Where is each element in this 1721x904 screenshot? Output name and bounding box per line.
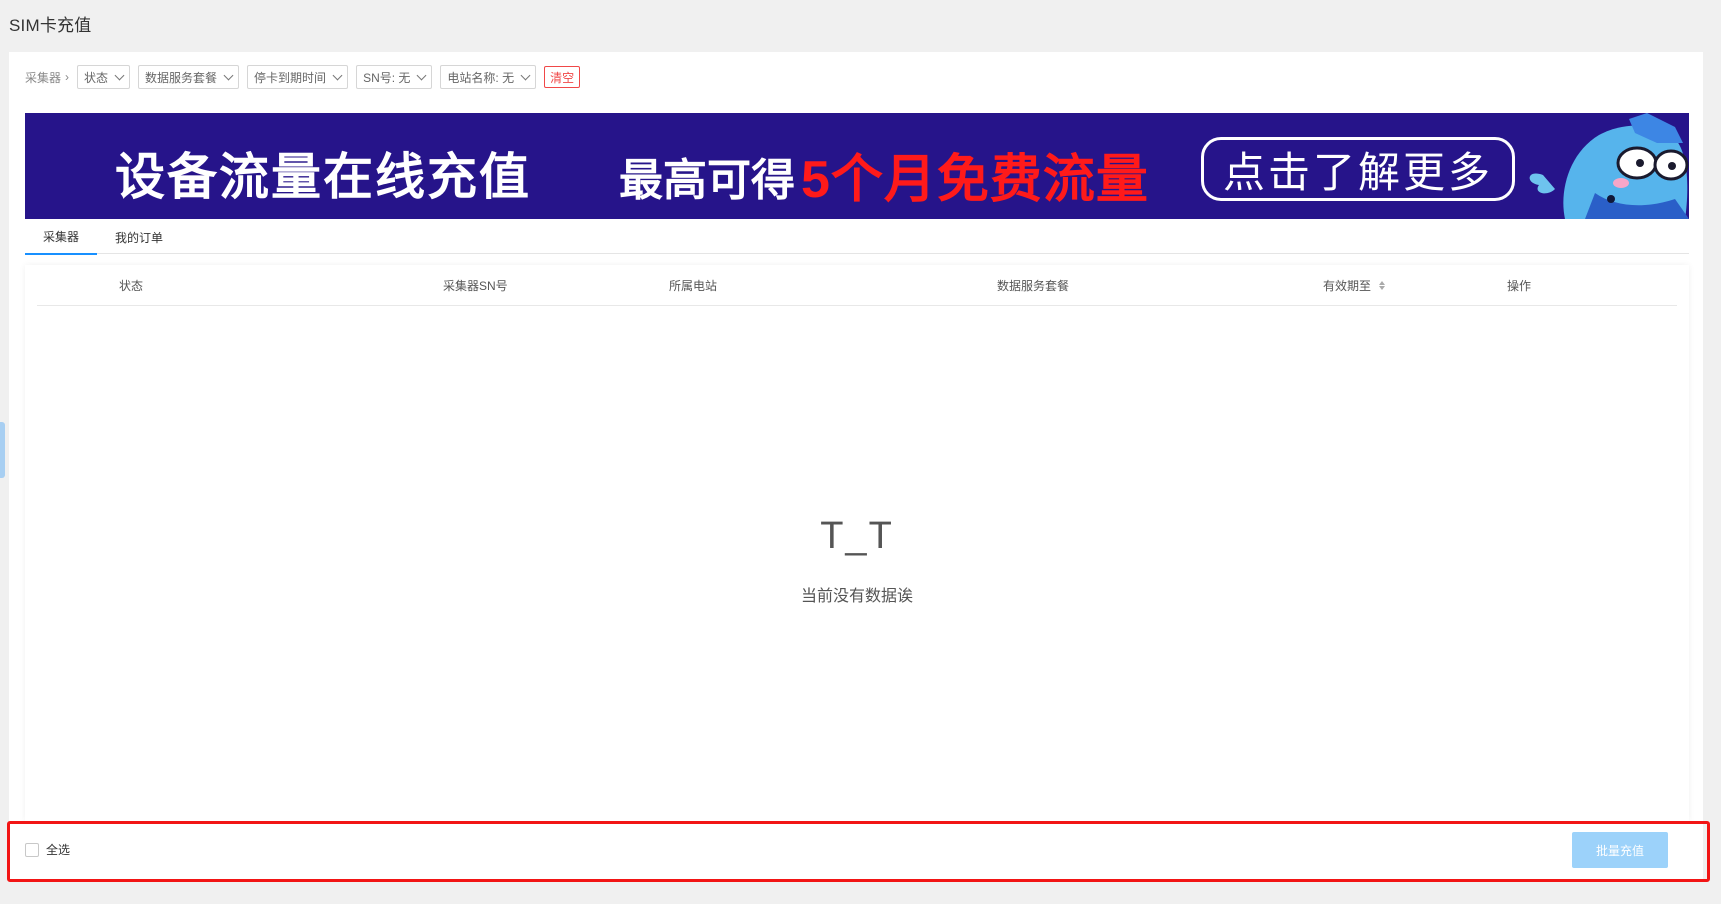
banner-headline: 设备流量在线充值 — [115, 149, 531, 205]
page-title: SIM卡充值 — [9, 16, 92, 35]
chevron-right-icon: › — [65, 70, 70, 84]
banner-cta-button[interactable]: 点击了解更多 — [1201, 137, 1515, 201]
banner-offer-prefix: 最高可得 — [619, 156, 795, 205]
empty-state-message: 当前没有数据诶 — [800, 588, 913, 605]
column-header-station: 所属电站 — [669, 279, 718, 293]
clear-filters-button[interactable]: 清空 — [544, 66, 581, 88]
filter-bar: 采集器 › 状态 数据服务套餐 停卡到期时间 SN号: 无 电站名称: 无 清空 — [25, 65, 581, 89]
sort-icon[interactable] — [1379, 281, 1386, 290]
banner-offer-highlight: 5个月免费流量 — [801, 151, 1149, 209]
column-header-data-plan: 数据服务套餐 — [997, 279, 1070, 293]
column-header-expiry[interactable]: 有效期至 — [1323, 265, 1386, 306]
expiry-filter[interactable]: 停卡到期时间 — [247, 65, 349, 89]
empty-state-face: T_T — [820, 515, 894, 557]
column-header-expiry-label: 有效期至 — [1323, 279, 1372, 293]
status-filter-label: 状态 — [84, 70, 109, 85]
chevron-down-icon — [520, 70, 531, 80]
batch-recharge-button[interactable]: 批量充值 — [1572, 832, 1668, 868]
checkbox-icon[interactable] — [25, 842, 39, 857]
promo-banner[interactable]: 设备流量在线充值 最高可得 5个月免费流量 点击了解更多 — [25, 113, 1689, 219]
station-filter-label: 电站名称: 无 — [447, 70, 515, 85]
table-header: 状态 采集器SN号 所属电站 数据服务套餐 有效期至 操作 — [37, 265, 1677, 306]
main-card: 设备流量在线充值 最高可得 5个月免费流量 点击了解更多 采集器 我的订单 状态… — [9, 102, 1703, 822]
chevron-down-icon — [114, 70, 125, 80]
expiry-filter-label: 停卡到期时间 — [254, 70, 327, 85]
data-plan-filter[interactable]: 数据服务套餐 — [138, 65, 240, 89]
tab-collectors[interactable]: 采集器 — [25, 220, 97, 255]
breadcrumb-label: 采集器 — [25, 70, 62, 85]
column-header-sn: 采集器SN号 — [443, 279, 508, 293]
filter-card: 采集器 › 状态 数据服务套餐 停卡到期时间 SN号: 无 电站名称: 无 清空 — [9, 52, 1703, 102]
data-plan-filter-label: 数据服务套餐 — [145, 70, 218, 85]
column-header-actions: 操作 — [1507, 279, 1532, 293]
select-all-label: 全选 — [46, 843, 71, 857]
sn-filter[interactable]: SN号: 无 — [356, 65, 433, 89]
status-filter[interactable]: 状态 — [77, 65, 131, 89]
chevron-down-icon — [416, 70, 427, 80]
chevron-down-icon — [332, 70, 343, 80]
chevron-down-icon — [223, 70, 234, 80]
tab-my-orders[interactable]: 我的订单 — [105, 220, 173, 254]
collectors-table: 状态 采集器SN号 所属电站 数据服务套餐 有效期至 操作 T_T 当前没有数据… — [25, 265, 1689, 822]
column-header-status: 状态 — [119, 279, 144, 293]
sn-filter-label: SN号: 无 — [363, 70, 411, 85]
breadcrumb[interactable]: 采集器 › — [25, 69, 69, 86]
footer-bar: 全选 批量充值 — [9, 822, 1703, 879]
mascot-illustration — [1529, 113, 1689, 219]
side-panel-handle[interactable] — [0, 422, 5, 478]
tab-bar: 采集器 我的订单 — [25, 220, 1689, 255]
station-filter[interactable]: 电站名称: 无 — [440, 65, 537, 89]
select-all-checkbox[interactable]: 全选 — [25, 841, 70, 858]
